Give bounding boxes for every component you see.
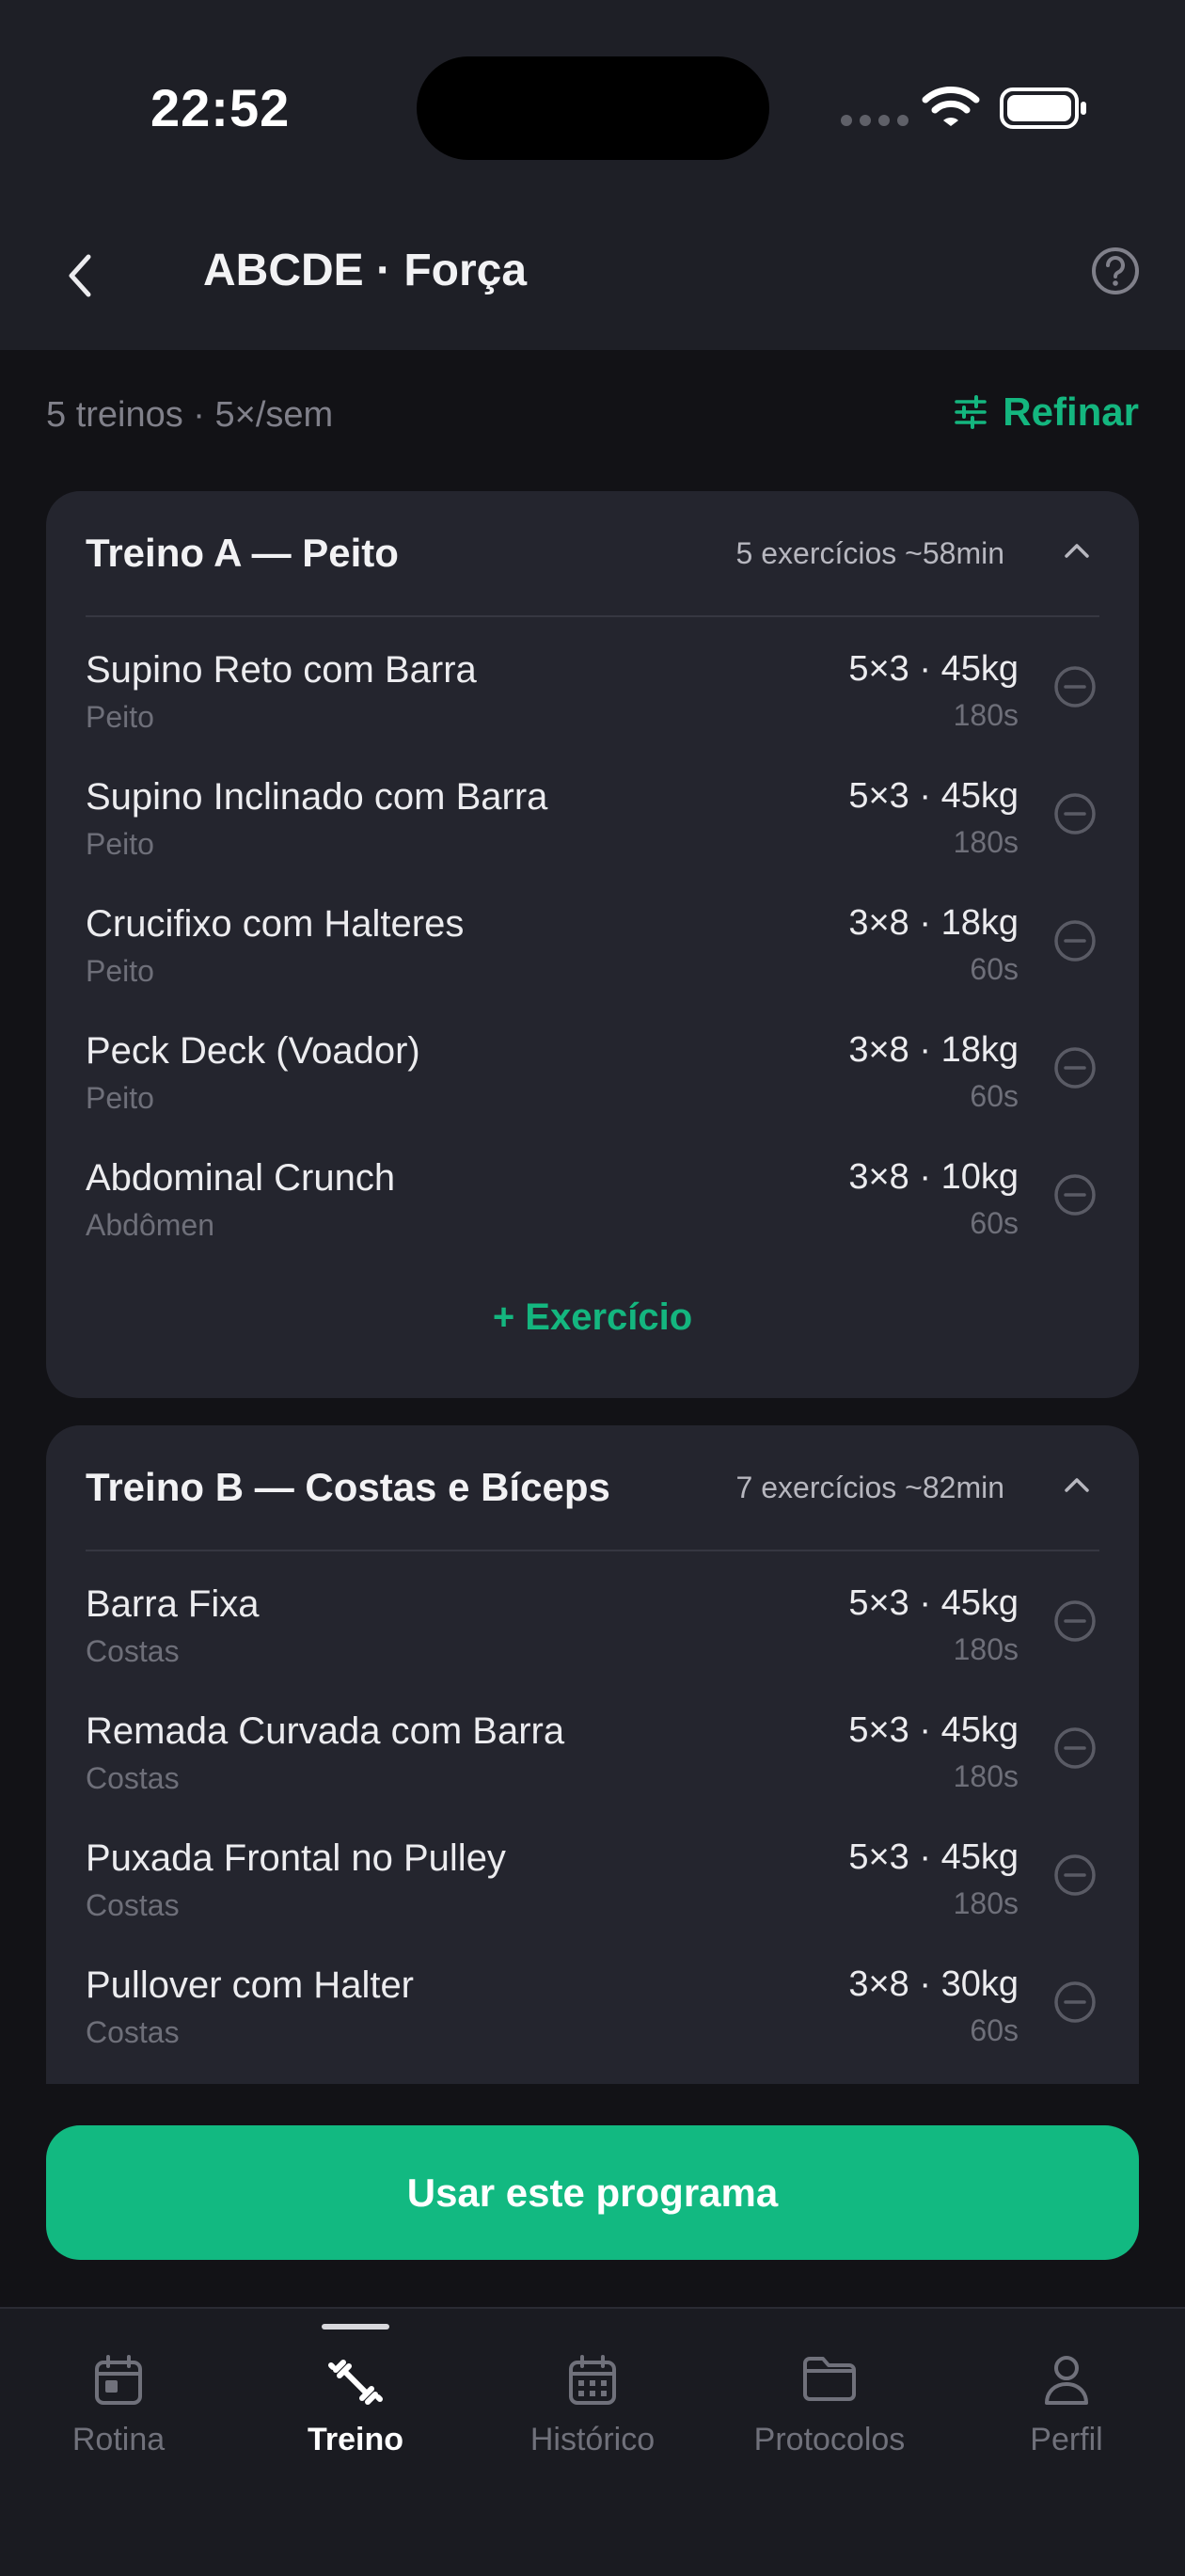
rest-time: 180s bbox=[953, 1759, 1019, 1793]
remove-exercise-icon[interactable] bbox=[1052, 1598, 1098, 1644]
remove-exercise-icon[interactable] bbox=[1052, 1172, 1098, 1217]
muscle-group: Costas bbox=[86, 2015, 180, 2049]
rest-time: 180s bbox=[953, 1632, 1019, 1666]
muscle-group: Peito bbox=[86, 827, 154, 861]
tab-historico[interactable]: Histórico bbox=[474, 2309, 711, 2497]
remove-exercise-icon[interactable] bbox=[1052, 1725, 1098, 1771]
active-tab-indicator bbox=[322, 2324, 389, 2330]
exercise-name: Supino Reto com Barra bbox=[86, 649, 477, 691]
tab-label: Rotina bbox=[71, 2422, 166, 2457]
folder-icon bbox=[803, 2357, 856, 2401]
chevron-up-icon bbox=[1065, 1478, 1089, 1492]
remove-exercise-icon[interactable] bbox=[1052, 1852, 1098, 1898]
sets-weight: 5×3 · 45kg bbox=[848, 1583, 1019, 1623]
workout-card: Treino B — Costas e Bíceps 7 exercícios … bbox=[46, 1425, 1139, 2084]
tab-bar: Rotina Treino Histórico Protocolos Perfi… bbox=[0, 2307, 1185, 2576]
exercise-row[interactable]: Peck Deck (Voador) Peito 3×8 · 18kg 60s bbox=[46, 998, 1139, 1125]
sets-weight: 3×8 · 30kg bbox=[848, 1964, 1019, 2004]
calendar-icon bbox=[95, 2355, 142, 2405]
remove-exercise-icon[interactable] bbox=[1052, 1045, 1098, 1090]
refine-button[interactable]: Refinar bbox=[954, 390, 1139, 435]
user-icon bbox=[1045, 2356, 1088, 2405]
sets-weight: 5×3 · 45kg bbox=[848, 1837, 1019, 1877]
dumbbell-icon bbox=[328, 2360, 383, 2405]
workout-title: Treino A — Peito bbox=[86, 531, 399, 575]
sets-weight: 5×3 · 45kg bbox=[848, 776, 1019, 816]
rest-time: 180s bbox=[953, 1886, 1019, 1920]
cellular-signal-icon bbox=[841, 115, 908, 126]
sets-weight: 3×8 · 18kg bbox=[848, 1030, 1019, 1070]
tab-treino[interactable]: Treino bbox=[237, 2309, 474, 2497]
back-button[interactable] bbox=[56, 246, 103, 305]
workout-card-header[interactable]: Treino B — Costas e Bíceps 7 exercícios … bbox=[46, 1425, 1139, 1550]
tab-protocolos[interactable]: Protocolos bbox=[711, 2309, 948, 2497]
rest-time: 60s bbox=[970, 2013, 1019, 2047]
exercise-name: Barra Fixa bbox=[86, 1583, 260, 1625]
tab-label: Histórico bbox=[529, 2422, 656, 2457]
help-button[interactable] bbox=[1089, 245, 1142, 302]
tab-rotina[interactable]: Rotina bbox=[0, 2309, 237, 2497]
exercise-name: Crucifixo com Halteres bbox=[86, 903, 465, 945]
exercise-name: Pullover com Halter bbox=[86, 1964, 415, 2006]
remove-exercise-icon[interactable] bbox=[1052, 1980, 1098, 2025]
add-exercise-button[interactable]: + Exercício bbox=[46, 1296, 1139, 1339]
rest-time: 180s bbox=[953, 698, 1019, 732]
wifi-icon bbox=[922, 87, 980, 126]
calendar-grid-icon bbox=[569, 2355, 616, 2405]
battery-icon bbox=[1000, 87, 1086, 129]
status-time: 22:52 bbox=[150, 78, 291, 137]
exercise-row[interactable]: Supino Reto com Barra Peito 5×3 · 45kg 1… bbox=[46, 617, 1139, 744]
muscle-group: Costas bbox=[86, 1888, 180, 1922]
chevron-up-icon bbox=[1065, 544, 1089, 558]
exercise-name: Puxada Frontal no Pulley bbox=[86, 1837, 506, 1879]
workout-card: Treino A — Peito 5 exercícios ~58min Sup… bbox=[46, 491, 1139, 1398]
exercise-row[interactable]: Remada Curvada com Barra Costas 5×3 · 45… bbox=[46, 1678, 1139, 1805]
tab-label: Perfil bbox=[1030, 2422, 1103, 2457]
tab-label: Treino bbox=[307, 2422, 404, 2457]
remove-exercise-icon[interactable] bbox=[1052, 664, 1098, 709]
use-program-button[interactable]: Usar este programa bbox=[46, 2125, 1139, 2260]
workout-meta: 5 exercícios ~58min bbox=[735, 536, 1004, 570]
rest-time: 60s bbox=[970, 952, 1019, 986]
exercise-row[interactable]: Puxada Frontal no Pulley Costas 5×3 · 45… bbox=[46, 1805, 1139, 1932]
exercise-row[interactable]: Pullover com Halter Costas 3×8 · 30kg 60… bbox=[46, 1932, 1139, 2059]
sets-weight: 5×3 · 45kg bbox=[848, 649, 1019, 689]
workout-meta: 7 exercícios ~82min bbox=[735, 1471, 1004, 1504]
refine-label: Refinar bbox=[1003, 390, 1139, 434]
chevron-left-icon bbox=[69, 254, 91, 297]
dynamic-island bbox=[417, 56, 769, 160]
rest-time: 60s bbox=[970, 1079, 1019, 1113]
muscle-group: Costas bbox=[86, 1634, 180, 1668]
exercise-row[interactable]: Barra Fixa Costas 5×3 · 45kg 180s bbox=[46, 1551, 1139, 1678]
program-summary: 5 treinos · 5×/sem bbox=[46, 395, 334, 435]
status-bar: 22:52 bbox=[0, 0, 1185, 207]
help-icon bbox=[1092, 247, 1139, 294]
tab-label: Protocolos bbox=[753, 2422, 906, 2457]
rest-time: 60s bbox=[970, 1206, 1019, 1240]
page-title: ABCDE · Força bbox=[203, 246, 528, 295]
remove-exercise-icon[interactable] bbox=[1052, 791, 1098, 836]
rest-time: 180s bbox=[953, 825, 1019, 859]
exercise-name: Remada Curvada com Barra bbox=[86, 1710, 565, 1752]
workout-card-header[interactable]: Treino A — Peito 5 exercícios ~58min bbox=[46, 491, 1139, 615]
exercise-name: Peck Deck (Voador) bbox=[86, 1030, 420, 1072]
exercise-row[interactable]: Abdominal Crunch Abdômen 3×8 · 10kg 60s bbox=[46, 1125, 1139, 1252]
workout-title: Treino B — Costas e Bíceps bbox=[86, 1465, 610, 1509]
exercise-name: Abdominal Crunch bbox=[86, 1157, 396, 1199]
muscle-group: Peito bbox=[86, 954, 154, 988]
tab-perfil[interactable]: Perfil bbox=[948, 2309, 1185, 2497]
sets-weight: 3×8 · 10kg bbox=[848, 1157, 1019, 1197]
sets-weight: 5×3 · 45kg bbox=[848, 1710, 1019, 1750]
exercise-row[interactable]: Crucifixo com Halteres Peito 3×8 · 18kg … bbox=[46, 871, 1139, 998]
muscle-group: Abdômen bbox=[86, 1208, 214, 1242]
remove-exercise-icon[interactable] bbox=[1052, 918, 1098, 963]
sets-weight: 3×8 · 18kg bbox=[848, 903, 1019, 943]
exercise-name: Supino Inclinado com Barra bbox=[86, 776, 548, 818]
muscle-group: Peito bbox=[86, 700, 154, 734]
muscle-group: Costas bbox=[86, 1761, 180, 1795]
muscle-group: Peito bbox=[86, 1081, 154, 1115]
exercise-row[interactable]: Supino Inclinado com Barra Peito 5×3 · 4… bbox=[46, 744, 1139, 871]
nav-bar: ABCDE · Força bbox=[0, 207, 1185, 350]
sliders-icon bbox=[955, 395, 988, 429]
